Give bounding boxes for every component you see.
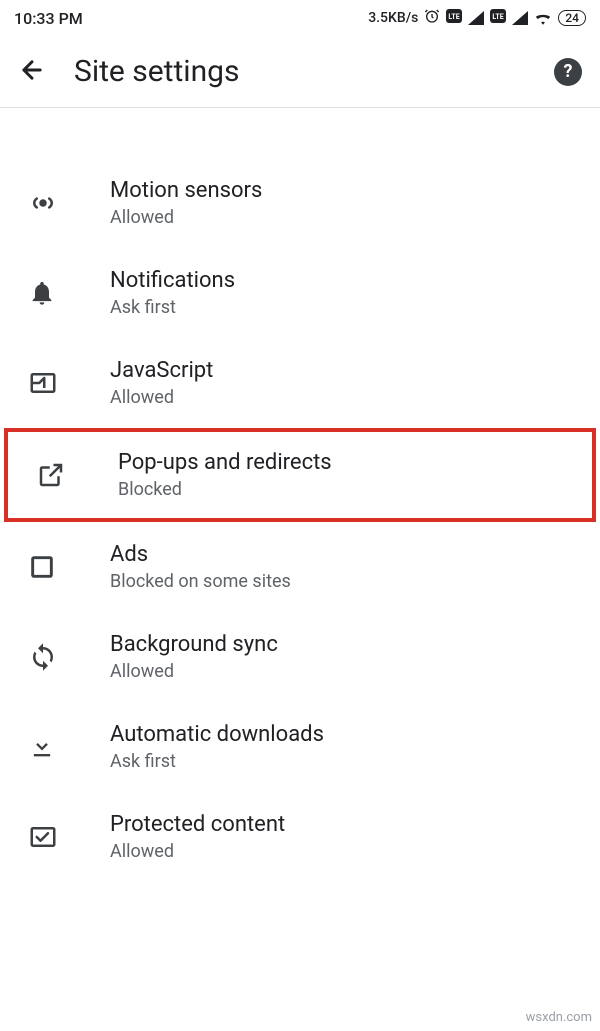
svg-text:LTE: LTE [449,13,460,21]
motion-sensors-icon [28,188,110,218]
svg-text:LTE: LTE [493,13,504,21]
setting-automatic-downloads[interactable]: Automatic downloads Ask first [0,702,600,792]
help-button[interactable]: ? [554,58,582,86]
setting-status: Allowed [110,661,578,682]
cutoff-previous-item: Ask first [0,106,600,118]
ads-icon [28,553,110,581]
battery-indicator: 24 [558,10,586,26]
setting-notifications[interactable]: Notifications Ask first [0,248,600,338]
setting-status: Allowed [110,387,578,408]
status-time: 10:33 PM [14,9,83,28]
setting-label: Notifications [110,268,578,293]
status-speed: 3.5KB/s [368,10,418,26]
downloads-icon [28,733,110,761]
settings-list: Motion sensors Allowed Notifications Ask… [0,118,600,882]
setting-status: Allowed [110,841,578,862]
back-button[interactable] [18,56,46,88]
setting-status: Ask first [110,751,578,772]
setting-label: Background sync [110,632,578,657]
protected-content-icon [28,822,110,852]
setting-label: Pop-ups and redirects [118,450,570,475]
setting-status: Ask first [110,297,578,318]
setting-protected-content[interactable]: Protected content Allowed [0,792,600,882]
volte-icon-1: LTE [446,9,462,27]
popups-icon [36,460,118,490]
signal-icon-2 [512,11,528,25]
wifi-icon [534,11,552,25]
setting-status: Blocked [118,479,570,500]
app-bar: Site settings ? [0,36,600,108]
notifications-icon [28,279,110,307]
setting-label: Motion sensors [110,178,578,203]
javascript-icon [28,368,110,398]
sync-icon [28,642,110,672]
setting-label: JavaScript [110,358,578,383]
status-right: 3.5KB/s LTE LTE 24 [368,8,586,28]
setting-javascript[interactable]: JavaScript Allowed [0,338,600,428]
setting-label: Ads [110,542,578,567]
setting-label: Automatic downloads [110,722,578,747]
setting-ads[interactable]: Ads Blocked on some sites [0,522,600,612]
status-bar: 10:33 PM 3.5KB/s LTE LTE 24 [0,0,600,36]
setting-background-sync[interactable]: Background sync Allowed [0,612,600,702]
watermark: wsxdn.com [526,1010,592,1025]
setting-label: Protected content [110,812,578,837]
setting-motion-sensors[interactable]: Motion sensors Allowed [0,158,600,248]
alarm-icon [424,8,440,28]
setting-popups-redirects[interactable]: Pop-ups and redirects Blocked [4,428,596,522]
volte-icon-2: LTE [490,9,506,27]
setting-status: Allowed [110,207,578,228]
setting-status: Blocked on some sites [110,571,578,592]
page-title: Site settings [74,54,526,89]
signal-icon-1 [468,11,484,25]
